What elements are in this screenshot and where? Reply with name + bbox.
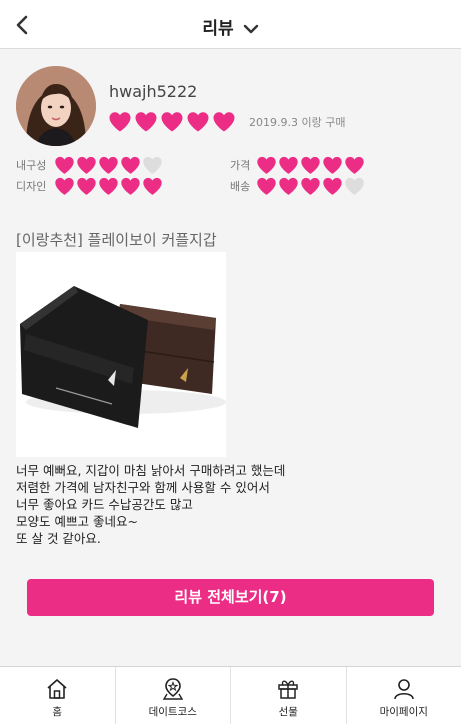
bottom-tab-bar: 홈 데이트코스 선물 마이페이지 [0,666,461,724]
tab-label: 홈 [52,706,63,718]
heart-filled-icon [257,156,276,174]
tab-label: 마이페이지 [379,706,428,718]
reviewer-username: hwajh5222 [109,82,198,101]
heart-filled-icon [77,156,96,174]
review-line: 저렴한 가격에 남자친구와 함께 사용할 수 있어서 [16,480,270,495]
heart-filled-icon [301,156,320,174]
view-all-reviews-button[interactable]: 리뷰 전체보기(7) [27,579,434,616]
heart-filled-icon [121,156,140,174]
tab-label: 데이트코스 [148,706,197,718]
heart-filled-icon [55,156,74,174]
heart-filled-icon [55,177,74,195]
home-icon [47,679,67,699]
heart-empty-icon [143,156,162,174]
heart-filled-icon [109,112,131,132]
heart-filled-icon [279,156,298,174]
page-title: 리뷰 [202,19,234,39]
rating-label: 배송 [230,180,251,193]
tab-label: 선물 [278,706,298,718]
tab-date-course[interactable]: 데이트코스 [116,667,231,724]
review-line: 너무 좋아요 카드 수납공간도 많고 [16,497,193,512]
rating-design: 디자인 [16,175,163,197]
tab-mypage[interactable]: 마이페이지 [347,667,461,724]
heart-filled-icon [345,156,364,174]
rating-hearts [256,155,365,176]
heart-filled-icon [279,177,298,195]
tab-home[interactable]: 홈 [0,667,116,724]
rating-durability: 내구성 [16,154,163,176]
rating-hearts [256,176,365,197]
user-icon [393,679,414,700]
rating-label: 디자인 [16,180,47,193]
rating-hearts [54,176,163,197]
overall-rating-hearts [108,110,236,136]
heart-filled-icon [187,112,209,132]
heart-filled-icon [99,177,118,195]
product-image [16,252,226,457]
header-bar: 리뷰 [0,0,461,49]
purchase-info: 2019.9.3 이랑 구매 [249,116,346,129]
review-body: 너무 예뻐요, 지갑이 마침 낡아서 구매하려고 했는데 저렴한 가격에 남자친… [16,462,285,547]
page-title-dropdown[interactable]: 리뷰 [0,14,461,39]
heart-filled-icon [121,177,140,195]
heart-filled-icon [99,156,118,174]
heart-filled-icon [77,177,96,195]
gift-icon [278,680,298,699]
heart-filled-icon [323,177,342,195]
tab-gift[interactable]: 선물 [231,667,347,724]
heart-empty-icon [345,177,364,195]
rating-hearts [54,155,163,176]
chevron-down-icon [243,24,258,34]
rating-price: 가격 [230,154,365,176]
map-pin-icon [162,678,183,700]
rating-delivery: 배송 [230,175,365,197]
review-line: 또 살 것 같아요. [16,531,101,546]
avatar [16,66,96,146]
heart-filled-icon [135,112,157,132]
product-title: [이랑추천] 플레이보이 커플지갑 [16,231,217,249]
review-line: 모양도 예쁘고 좋네요~ [16,514,138,529]
heart-filled-icon [323,156,342,174]
heart-filled-icon [257,177,276,195]
rating-label: 가격 [230,159,251,172]
heart-filled-icon [143,177,162,195]
heart-filled-icon [301,177,320,195]
heart-filled-icon [213,112,235,132]
rating-label: 내구성 [16,159,47,172]
heart-filled-icon [161,112,183,132]
review-line: 너무 예뻐요, 지갑이 마침 낡아서 구매하려고 했는데 [16,463,286,478]
